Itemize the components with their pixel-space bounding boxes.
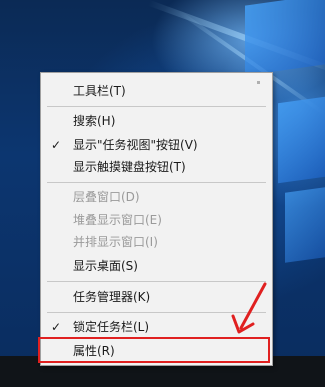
annotation-arrow-icon (231, 282, 267, 334)
checkmark-icon: ✓ (51, 138, 62, 152)
menu-item-label: 任务管理器(K) (73, 290, 151, 304)
menu-item-label: 锁定任务栏(L) (73, 320, 150, 334)
wallpaper-window-logo-pane (245, 0, 325, 76)
menu-item-toolbars[interactable]: 工具栏(T) (41, 79, 272, 103)
menu-item-search[interactable]: 搜索(H) (41, 109, 272, 133)
wallpaper-window-logo-pane (278, 96, 325, 184)
menu-separator (47, 106, 266, 107)
menu-item-show-task-view-button[interactable]: ✓ 显示"任务视图"按钮(V) (41, 133, 272, 157)
menu-item-label: 工具栏(T) (73, 84, 126, 98)
menu-item-label: 堆叠显示窗口(E) (73, 213, 162, 227)
wallpaper-window-logo-pane (285, 187, 325, 263)
menu-item-cascade-windows[interactable]: 层叠窗口(D) (41, 185, 272, 209)
menu-item-show-desktop[interactable]: 显示桌面(S) (41, 254, 272, 278)
annotation-highlight-box (38, 337, 270, 363)
menu-item-label: 并排显示窗口(I) (73, 235, 158, 249)
menu-item-side-by-side-windows[interactable]: 并排显示窗口(I) (41, 230, 272, 254)
menu-item-stack-windows[interactable]: 堆叠显示窗口(E) (41, 208, 272, 232)
menu-item-label: 层叠窗口(D) (73, 190, 140, 204)
menu-item-show-touch-keyboard-button[interactable]: 显示触摸键盘按钮(T) (41, 155, 272, 179)
menu-item-label: 显示桌面(S) (73, 259, 138, 273)
menu-item-label: 搜索(H) (73, 114, 116, 128)
menu-item-label: 显示触摸键盘按钮(T) (73, 160, 186, 174)
menu-item-label: 显示"任务视图"按钮(V) (73, 138, 198, 152)
menu-separator (47, 182, 266, 183)
checkmark-icon: ✓ (51, 320, 62, 334)
